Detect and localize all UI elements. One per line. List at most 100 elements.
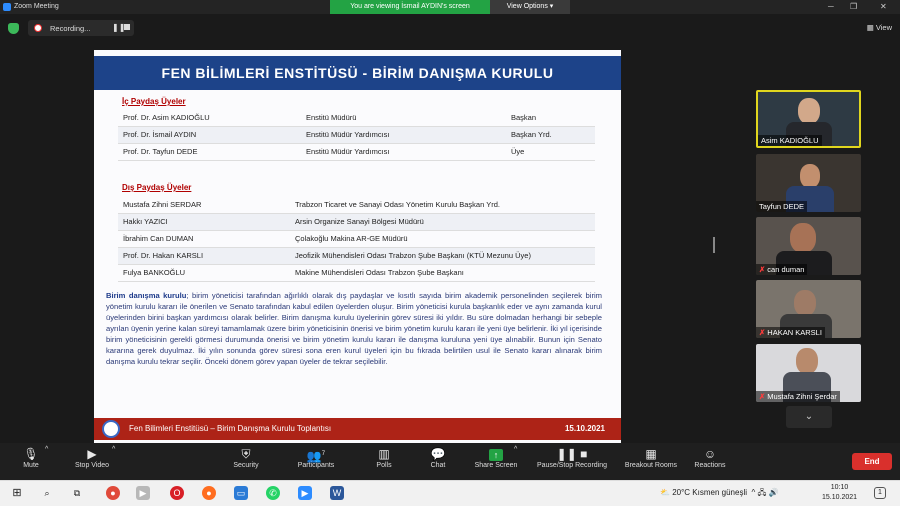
- media-player-icon[interactable]: ▶: [136, 486, 150, 500]
- close-icon[interactable]: ✕: [880, 2, 887, 11]
- participant-video: [800, 164, 820, 188]
- shield-icon: ⛨: [241, 447, 251, 461]
- member-organization: Arsin Organize Sanayi Bölgesi Müdürü: [295, 217, 424, 226]
- tray-chevron-icon[interactable]: ^: [751, 488, 755, 497]
- windows-taskbar: ⊞ ⌕ ⧉ ● ▶ O ● ▭ ✆ ▶ W ⛅ 20°C Kısmen güne…: [0, 480, 900, 506]
- table-row: Prof. Dr. Tayfun DEDE Enstitü Müdür Yard…: [118, 144, 595, 161]
- mute-label: Mute: [23, 462, 39, 469]
- weather-icon: ⛅: [660, 488, 670, 497]
- search-icon[interactable]: ⌕: [40, 486, 54, 500]
- member-position: Enstitü Müdürü: [306, 113, 357, 122]
- member-role: Başkan Yrd.: [511, 130, 552, 139]
- member-name: Hakkı YAZICI: [123, 217, 168, 226]
- member-name: Prof. Dr. Tayfun DEDE: [123, 147, 198, 156]
- chrome-icon[interactable]: ●: [106, 486, 120, 500]
- reactions-button[interactable]: ☺ Reactions: [690, 446, 730, 469]
- reactions-icon: ☺: [703, 447, 717, 461]
- pause-stop-recording-button[interactable]: ❚❚ ■ Pause/Stop Recording: [530, 446, 614, 469]
- encryption-shield-icon[interactable]: [8, 23, 19, 34]
- minimize-icon[interactable]: ─: [828, 2, 834, 11]
- clock-time: 10:10: [830, 484, 849, 491]
- word-icon[interactable]: W: [330, 486, 344, 500]
- meeting-toolbar: 🎙 Mute ^ ▶ Stop Video ^ ⛨ Security 👥7 Partic…: [0, 443, 900, 480]
- member-organization: Jeofizik Mühendisleri Odası Trabzon Şube…: [295, 251, 531, 260]
- view-layout-label: View: [875, 23, 892, 32]
- participant-tile[interactable]: ✗ Mustafa Zihni Şerdar: [756, 344, 861, 402]
- polls-icon: ▥: [378, 447, 390, 461]
- zoom-app-icon[interactable]: ▶: [298, 486, 312, 500]
- notification-badge[interactable]: 1: [874, 487, 886, 499]
- table-row: İbrahim Can DUMAN Çolakoğlu Makina AR-GE…: [118, 231, 595, 248]
- share-options-caret-icon[interactable]: ^: [514, 446, 517, 453]
- remote-desktop-icon[interactable]: ▭: [234, 486, 248, 500]
- table-row: Hakkı YAZICI Arsin Organize Sanayi Bölge…: [118, 214, 595, 231]
- security-button[interactable]: ⛨ Security: [224, 446, 268, 469]
- polls-button[interactable]: ▥ Polls: [370, 446, 398, 469]
- reactions-label: Reactions: [694, 462, 726, 469]
- participants-button[interactable]: 👥7 Participants: [290, 446, 342, 469]
- participants-label: Participants: [297, 462, 335, 469]
- zoom-logo-icon: [3, 3, 11, 11]
- network-icon[interactable]: 🖧: [757, 488, 766, 497]
- paragraph-body: ; birim yöneticisi tarafından ağırlıklı …: [106, 291, 602, 366]
- firefox-icon[interactable]: ●: [202, 486, 216, 500]
- recording-dot-icon: [34, 24, 42, 32]
- table-row: Fulya BANKOĞLU Makine Mühendisleri Odası…: [118, 265, 595, 282]
- participant-name-row: ✗ Mustafa Zihni Şerdar: [756, 391, 840, 402]
- panel-resize-handle[interactable]: [713, 237, 715, 253]
- volume-icon[interactable]: 🔊: [769, 488, 779, 497]
- security-label: Security: [233, 462, 259, 469]
- participant-tile[interactable]: ✗ HAKAN KARSLI: [756, 280, 861, 338]
- slide-footer: Fen Bilimleri Enstitüsü – Birim Danışma …: [94, 418, 621, 440]
- participant-video: [790, 223, 816, 253]
- opera-icon[interactable]: O: [170, 486, 184, 500]
- video-camera-icon: ▶: [87, 447, 97, 461]
- polls-label: Polls: [376, 462, 392, 469]
- member-role: Üye: [511, 147, 525, 156]
- participant-name: Tayfun DEDE: [756, 201, 808, 212]
- participant-tile[interactable]: ✗ can duman: [756, 217, 861, 275]
- view-options-label: View Options: [506, 3, 548, 10]
- participant-tile[interactable]: Tayfun DEDE: [756, 154, 861, 212]
- table-row: Prof. Dr. Hakan KARSLI Jeofizik Mühendis…: [118, 248, 595, 265]
- internal-members-heading: İç Paydaş Üyeler: [122, 97, 186, 106]
- participant-name-row: ✗ HAKAN KARSLI: [756, 327, 825, 338]
- task-view-icon[interactable]: ⧉: [70, 486, 84, 500]
- participant-tile[interactable]: Asim KADIOĞLU: [756, 90, 861, 148]
- member-name: İbrahim Can DUMAN: [123, 234, 194, 243]
- restore-icon[interactable]: ❐: [850, 2, 857, 11]
- external-members-heading: Dış Paydaş Üyeler: [122, 183, 192, 192]
- muted-mic-icon: ✗: [759, 392, 766, 401]
- breakout-rooms-button[interactable]: ▦ Breakout Rooms: [620, 446, 682, 469]
- member-organization: Makine Mühendisleri Odası Trabzon Şube B…: [295, 268, 464, 277]
- weather-widget[interactable]: ⛅ 20°C Kısmen güneşli ^ 🖧 🔊: [660, 487, 779, 501]
- audio-options-caret-icon[interactable]: ^: [45, 446, 48, 453]
- participant-name-row: ✗ can duman: [756, 264, 808, 275]
- member-organization: Çolakoğlu Makina AR-GE Müdürü: [295, 234, 408, 243]
- chat-label: Chat: [430, 462, 446, 469]
- view-layout-button[interactable]: ▦ View: [867, 23, 892, 32]
- end-meeting-button[interactable]: End: [852, 453, 892, 470]
- footer-title: Fen Bilimleri Enstitüsü – Birim Danışma …: [129, 424, 332, 433]
- whatsapp-icon[interactable]: ✆: [266, 486, 280, 500]
- window-title-bar: Zoom Meeting You are viewing İsmail AYDI…: [0, 0, 900, 14]
- video-options-caret-icon[interactable]: ^: [112, 446, 115, 453]
- microphone-icon: 🎙: [23, 447, 39, 461]
- windows-start-icon[interactable]: ⊞: [10, 486, 24, 500]
- participant-video: [796, 348, 818, 374]
- more-participants-button[interactable]: ⌄: [786, 406, 832, 428]
- muted-mic-icon: ✗: [759, 328, 766, 337]
- clock-date: 15.10.2021: [822, 494, 858, 501]
- stop-video-button[interactable]: ▶ Stop Video: [66, 446, 118, 469]
- chat-button[interactable]: 💬 Chat: [424, 446, 452, 469]
- footer-date: 15.10.2021: [564, 424, 605, 433]
- muted-mic-icon: ✗: [759, 265, 766, 274]
- participant-name: HAKAN KARSLI: [767, 328, 822, 337]
- stop-recording-icon[interactable]: [124, 24, 130, 30]
- mute-button[interactable]: 🎙 Mute: [14, 446, 48, 469]
- view-options-button[interactable]: View Options ▾: [490, 0, 570, 14]
- table-row: Prof. Dr. Asim KADIOĞLU Enstitü Müdürü B…: [118, 110, 595, 127]
- participant-name: Mustafa Zihni Şerdar: [767, 392, 837, 401]
- system-clock[interactable]: 10:10 15.10.2021: [822, 483, 857, 503]
- share-screen-icon: ↑: [489, 449, 503, 461]
